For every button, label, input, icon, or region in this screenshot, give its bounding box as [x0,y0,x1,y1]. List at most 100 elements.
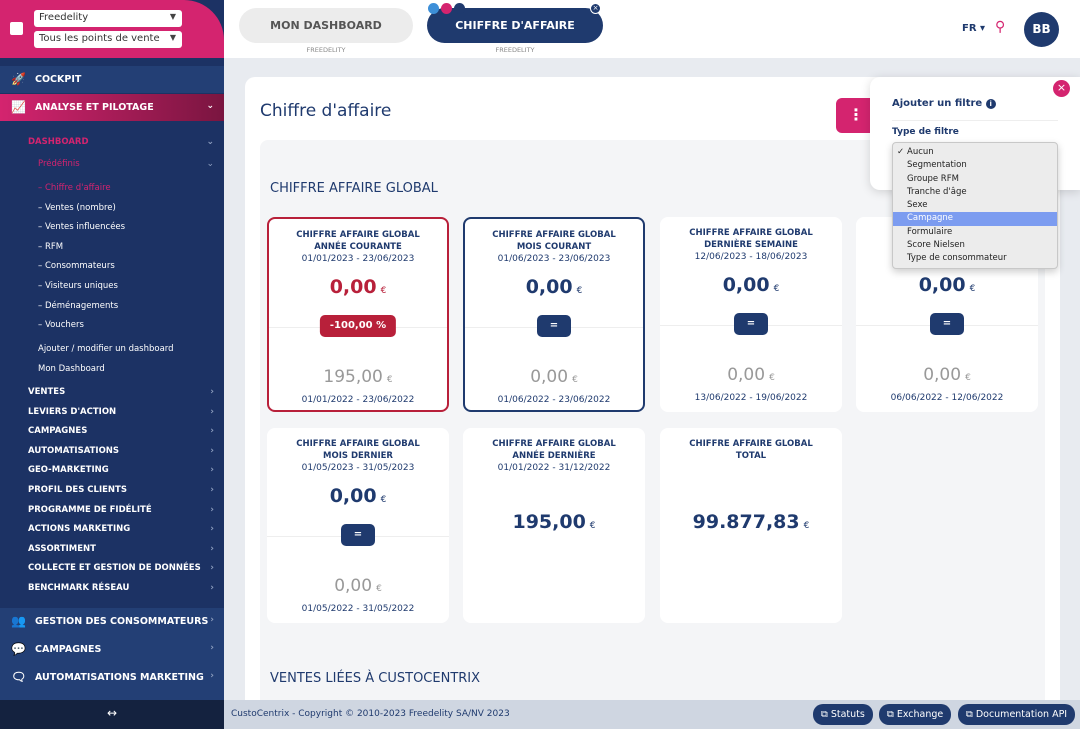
card-value: 0,00 € [722,274,780,296]
sidebar-predef-item[interactable]: – Ventes influencées [38,222,125,232]
close-tab-icon[interactable]: × [590,3,601,14]
kpi-card: CHIFFRE AFFAIRE GLOBAL MOIS DERNIER 01/05/… [267,428,449,623]
previous-value: 195,00 € [323,367,393,387]
sidebar-section-item[interactable]: COLLECTE ET GESTION DE DONNÉES › [28,563,224,573]
variation-badge: = [734,313,768,335]
store-select[interactable]: Tous les points de vente ▼ [34,31,182,48]
caret-down-icon: ▼ [169,33,176,42]
sidebar-section-item[interactable]: PROGRAMME DE FIDÉLITÉ › [28,505,224,515]
chevron-right-icon: › [210,615,214,625]
move-icon[interactable] [454,3,465,14]
add-dashboard-link[interactable]: Ajouter / modifier un dashboard [38,344,174,354]
card-value: 0,00 € [918,274,976,296]
chevron-right-icon: › [210,524,214,535]
avatar[interactable]: BB [1024,12,1059,47]
sidebar-predef-item[interactable]: – Chiffre d'affaire [38,183,111,193]
collapse-sidebar-button[interactable]: ↔ [0,700,224,729]
sidebar-section-item[interactable]: CAMPAGNES › [28,426,224,436]
section-title: VENTES LIÉES À CUSTOCENTRIX [270,671,481,686]
previous-value: 0,00 € [334,576,382,596]
previous-dates: 13/06/2022 - 19/06/2022 [694,393,808,403]
card-dates: 01/06/2023 - 23/06/2023 [497,254,611,264]
chevron-right-icon: › [210,671,214,681]
filter-option[interactable]: Campagne [893,212,1057,226]
filter-option[interactable]: Groupe RFM [893,173,1057,186]
sidebar-item-analyse[interactable]: 📈 ANALYSE ET PILOTAGE ⌄ [0,94,224,121]
chevron-right-icon: › [210,387,214,397]
chevron-right-icon: › [210,485,214,495]
statuts-button[interactable]: ⧉ Statuts [813,704,873,725]
sidebar: Freedelity ▼ Tous les points de vente ▼ 🚀 C… [0,0,224,729]
variation-badge: = [341,524,375,546]
filter-option[interactable]: Sexe [893,199,1057,212]
kpi-card: CHIFFRE AFFAIRE GLOBAL MOIS COURANT 01/06/… [463,217,645,412]
previous-value: 0,00 € [923,365,971,385]
sidebar-item-automatisations-marketing[interactable]: 🗨 AUTOMATISATIONS MARKETING › [0,664,224,691]
tab-mon-dashboard[interactable]: MON DASHBOARD [239,8,413,43]
sidebar-item-dashboard[interactable]: DASHBOARD ⌄ [28,137,224,147]
filter-option[interactable]: ✓ Aucun [893,146,1057,159]
tab-chiffre-affaire[interactable]: CHIFFRE D'AFFAIRE [427,8,603,43]
external-link-icon: ⧉ [887,709,897,720]
filter-option[interactable]: Formulaire [893,226,1057,239]
comments-icon: 🗨 [11,670,27,684]
sidebar-section-item[interactable]: VENTES › [28,387,224,397]
sidebar-item-gestion-consommateurs[interactable]: 👥 GESTION DES CONSOMMATEURS › [0,608,224,635]
refresh-icon[interactable] [428,3,439,14]
previous-dates: 01/05/2022 - 31/05/2022 [301,604,415,614]
variation-badge: = [930,313,964,335]
info-icon: i [985,99,996,109]
sidebar-predef-item[interactable]: – Déménagements [38,301,118,311]
sidebar-predef-item[interactable]: – Consommateurs [38,261,115,271]
sidebar-item-cockpit[interactable]: 🚀 COCKPIT [0,66,224,93]
sidebar-predef-item[interactable]: – Visiteurs uniques [38,281,118,291]
filter-option[interactable]: Type de consommateur [893,252,1057,265]
documentation-api-button[interactable]: ⧉ Documentation API [958,704,1076,725]
chat-icon: 💬 [11,642,26,656]
language-select[interactable]: FR ▾ [962,23,985,34]
sidebar-predef-item[interactable]: – RFM [38,242,63,252]
sidebar-item-campagnes[interactable]: 💬 CAMPAGNES › [0,636,224,663]
store-icon [10,22,23,35]
card-title: CHIFFRE AFFAIRE GLOBAL ANNÉE DERNIÈRE [492,439,616,461]
sidebar-section-item[interactable]: AUTOMATISATIONS › [28,446,224,456]
filter-type-label: Type de filtre [892,127,959,137]
chevron-right-icon: › [210,445,214,456]
chevron-down-icon: ⌄ [206,159,214,169]
sidebar-section-item[interactable]: BENCHMARK RÉSEAU › [28,583,224,593]
caret-down-icon: ▼ [169,12,176,21]
kpi-card: CHIFFRE AFFAIRE GLOBAL DERNIÈRE SEMAINE 12… [660,217,842,412]
close-filter-button[interactable]: × [1053,80,1070,97]
sidebar-section-item[interactable]: ACTIONS MARKETING › [28,524,224,534]
tab-subtitle: FREEDELITY [495,46,535,54]
sidebar-section-item[interactable]: ASSORTIMENT › [28,544,224,554]
section-title: CHIFFRE AFFAIRE GLOBAL [270,181,438,196]
filter-option[interactable]: Score Nielsen [893,239,1057,252]
account-select[interactable]: Freedelity ▼ [34,10,182,27]
chevron-right-icon: › [210,426,214,437]
sidebar-section-item[interactable]: PROFIL DES CLIENTS › [28,485,224,495]
mon-dashboard-link[interactable]: Mon Dashboard [38,364,105,374]
kpi-card: CHIFFRE AFFAIRE GLOBAL TOTAL 99.877,83 € [660,428,842,623]
sidebar-section-item[interactable]: LEVIERS D'ACTION › [28,407,224,417]
chart-line-icon: 📈 [11,100,26,114]
tab-subtitle: FREEDELITY [306,46,346,54]
search-icon[interactable]: ⚲ [995,19,1005,35]
card-title: CHIFFRE AFFAIRE GLOBAL MOIS DERNIER [296,439,420,461]
filter-type-dropdown[interactable]: ✓ Aucun Segmentation Groupe RFM Tranche d'âg… [892,142,1058,269]
card-dates: 01/05/2023 - 31/05/2023 [301,463,415,473]
chevron-right-icon: › [210,465,214,476]
filter-option[interactable]: Tranche d'âge [893,186,1057,199]
chevron-down-icon: ⌄ [206,137,214,147]
previous-dates: 01/01/2022 - 23/06/2022 [301,395,415,405]
sidebar-section-item[interactable]: GEO-MARKETING › [28,465,224,475]
card-value: 99.877,83 € [692,511,810,533]
sidebar-item-predefinis[interactable]: Prédéfinis ⌄ [38,159,224,169]
sidebar-predef-item[interactable]: – Vouchers [38,320,84,330]
card-value: 0,00 € [329,485,387,507]
chevron-right-icon: › [210,504,214,515]
exchange-button[interactable]: ⧉ Exchange [879,704,952,725]
filter-option[interactable]: Segmentation [893,159,1057,172]
sidebar-predef-item[interactable]: – Ventes (nombre) [38,203,116,213]
heart-icon[interactable] [441,3,452,14]
